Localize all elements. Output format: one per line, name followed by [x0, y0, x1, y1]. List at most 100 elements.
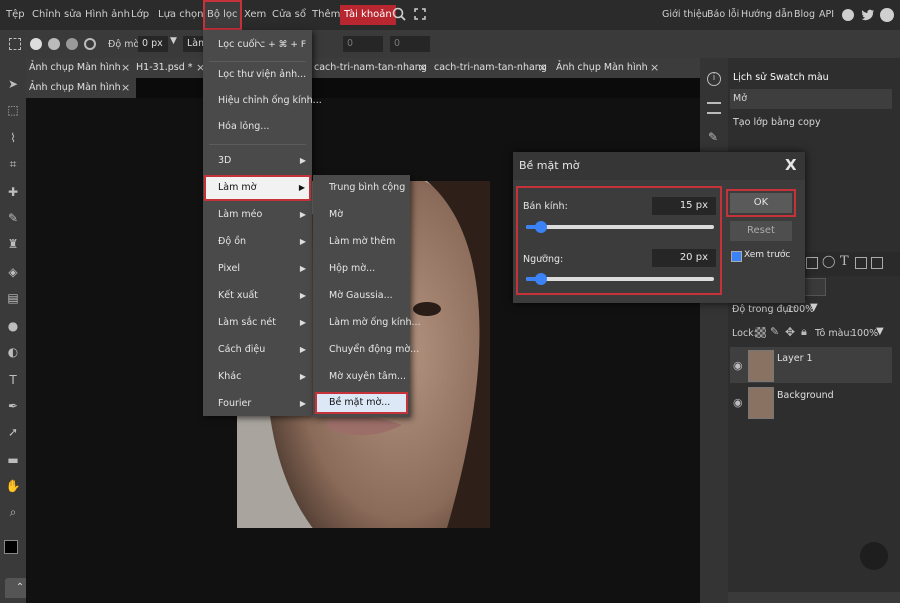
tab-screenshot-2[interactable]: Ảnh chụp Màn hình: [556, 58, 648, 78]
fullscreen-icon[interactable]: [414, 8, 426, 20]
menu-item-other[interactable]: Khác ▶: [203, 364, 312, 390]
shape-tool-icon[interactable]: ▬: [5, 452, 21, 468]
dodge-tool-icon[interactable]: ◐: [5, 344, 21, 360]
blur-tool-icon[interactable]: ●: [5, 318, 21, 334]
menu-item-lens-blur[interactable]: Làm mờ ống kính...: [313, 310, 421, 336]
add-selection-icon[interactable]: [48, 38, 60, 50]
text-tool-icon[interactable]: T: [5, 372, 21, 388]
blur-input[interactable]: 0 px: [138, 36, 168, 52]
brush-settings-icon[interactable]: ✎: [708, 130, 718, 144]
grid-icon[interactable]: [871, 257, 883, 269]
menu-item-noise[interactable]: Độ ồn ▶: [203, 229, 312, 255]
tab-history[interactable]: Lịch sử: [733, 70, 766, 86]
radius-slider-track[interactable]: [526, 225, 714, 229]
facebook-icon[interactable]: [880, 8, 894, 22]
tab-screenshot-1[interactable]: Ảnh chụp Màn hình: [29, 58, 121, 78]
menu-edit[interactable]: Chỉnh sửa: [32, 0, 82, 30]
menu-item-distort[interactable]: Làm méo ▶: [203, 202, 312, 228]
tab-screenshot-3[interactable]: Ảnh chụp Màn hình: [29, 78, 121, 98]
lock-position-icon[interactable]: ✥: [785, 325, 795, 339]
menu-file[interactable]: Tệp: [6, 0, 25, 30]
reset-button[interactable]: Reset: [730, 221, 792, 241]
menu-item-sharpen[interactable]: Làm sắc nét ▶: [203, 310, 312, 336]
close-icon[interactable]: X: [785, 156, 797, 174]
menu-item-fourier[interactable]: Fourier ▶: [203, 391, 312, 417]
history-item[interactable]: Tạo lớp bằng copy: [730, 114, 892, 132]
marquee-icon[interactable]: [9, 38, 21, 50]
intersect-selection-icon[interactable]: [84, 38, 96, 50]
radius-slider-handle[interactable]: [535, 221, 548, 233]
new-selection-icon[interactable]: [30, 38, 42, 50]
lock-transparency-icon[interactable]: [755, 327, 766, 338]
menu-item-liquify[interactable]: Hóa lỏng...: [203, 114, 312, 140]
properties-icon[interactable]: [707, 102, 721, 114]
menu-item-render[interactable]: Kết xuất ▶: [203, 283, 312, 309]
menu-image[interactable]: Hình ảnh: [85, 0, 130, 30]
menu-more[interactable]: Thêm: [312, 0, 340, 30]
layer-name[interactable]: Layer 1: [777, 353, 813, 364]
menu-layer[interactable]: Lớp: [131, 0, 149, 30]
close-icon[interactable]: ×: [121, 78, 130, 98]
move-tool-icon[interactable]: ➤: [5, 76, 21, 92]
link-blog[interactable]: Blog: [794, 0, 815, 30]
spot-heal-tool-icon[interactable]: ✚: [5, 184, 21, 200]
hand-tool-icon[interactable]: ✋: [5, 478, 21, 494]
subtract-selection-icon[interactable]: [66, 38, 78, 50]
menu-item-average[interactable]: Trung bình cộng: [313, 175, 410, 201]
menu-select[interactable]: Lựa chọn: [158, 0, 204, 30]
path-select-tool-icon[interactable]: ➚: [5, 424, 21, 440]
lasso-tool-icon[interactable]: ⌇: [5, 130, 21, 146]
info-icon[interactable]: i: [707, 72, 721, 86]
stamp-tool-icon[interactable]: ♜: [5, 236, 21, 252]
history-item[interactable]: Mở: [730, 89, 892, 109]
menu-view[interactable]: Xem: [244, 0, 266, 30]
menu-item-lens-correction[interactable]: Hiệu chỉnh ống kính...: [203, 88, 322, 114]
text-layer-icon[interactable]: T: [840, 254, 849, 269]
reddit-icon[interactable]: [842, 9, 854, 21]
menu-item-blur-more[interactable]: Làm mờ thêm: [313, 229, 410, 255]
close-icon[interactable]: ×: [650, 58, 659, 78]
close-icon[interactable]: ×: [418, 58, 427, 78]
layer-row[interactable]: ◉ Layer 1: [730, 347, 892, 383]
threshold-slider-handle[interactable]: [535, 273, 548, 285]
menu-item-filter-gallery[interactable]: Lọc thư viện ảnh...: [203, 62, 312, 88]
menu-filter[interactable]: Bộ lọc: [203, 0, 242, 30]
layer-name[interactable]: Background: [777, 390, 834, 401]
width-field[interactable]: 0: [343, 36, 383, 52]
link-report-bug[interactable]: Báo lỗi: [707, 0, 739, 30]
image-icon[interactable]: [806, 257, 818, 269]
preview-checkbox[interactable]: [731, 251, 742, 262]
caret-down-icon[interactable]: ▼: [876, 326, 884, 337]
menu-window[interactable]: Cửa sổ: [272, 0, 306, 30]
tab-swatches[interactable]: Swatch màu: [770, 70, 829, 86]
eye-icon[interactable]: ◉: [733, 396, 743, 409]
menu-item-box-blur[interactable]: Hộp mờ...: [313, 256, 410, 282]
menu-item-stylize[interactable]: Cách điệu ▶: [203, 337, 312, 363]
link-guide[interactable]: Hướng dẫn: [741, 0, 793, 30]
frame-icon[interactable]: [855, 257, 867, 269]
close-icon[interactable]: ×: [538, 58, 547, 78]
menu-item-blur[interactable]: Làm mờ ▶: [204, 175, 311, 201]
menu-item-radial-blur[interactable]: Mờ xuyên tâm...: [313, 364, 410, 390]
link-api[interactable]: API: [819, 0, 834, 30]
caret-down-icon[interactable]: ▼: [170, 36, 177, 46]
lock-all-icon[interactable]: 🔒︎: [801, 325, 807, 339]
menu-account[interactable]: Tài khoản: [340, 5, 396, 25]
menu-item-last-filter[interactable]: Lọc cuối ⌥ + ⌘ + F: [203, 32, 312, 58]
foreground-color-swatch[interactable]: [4, 540, 18, 554]
ok-button[interactable]: OK: [730, 193, 792, 213]
chat-bubble-button[interactable]: [860, 542, 888, 570]
threshold-input[interactable]: 20 px: [652, 249, 716, 267]
menu-item-3d[interactable]: 3D ▶: [203, 148, 312, 174]
height-field[interactable]: 0: [390, 36, 430, 52]
eraser-tool-icon[interactable]: ◈: [5, 264, 21, 280]
lock-pixels-icon[interactable]: ✎: [770, 325, 779, 338]
tab-cach-tri-1[interactable]: cach-tri-nam-tan-nhang: [314, 58, 427, 78]
pen-tool-icon[interactable]: ✒: [5, 398, 21, 414]
style-select[interactable]: Làm: [183, 36, 207, 52]
zoom-tool-icon[interactable]: ⌕: [5, 504, 21, 520]
brush-tool-icon[interactable]: ✎: [5, 210, 21, 226]
twitter-icon[interactable]: [861, 8, 875, 22]
mask-icon[interactable]: ◯: [822, 254, 835, 268]
gradient-tool-icon[interactable]: ▤: [5, 290, 21, 306]
